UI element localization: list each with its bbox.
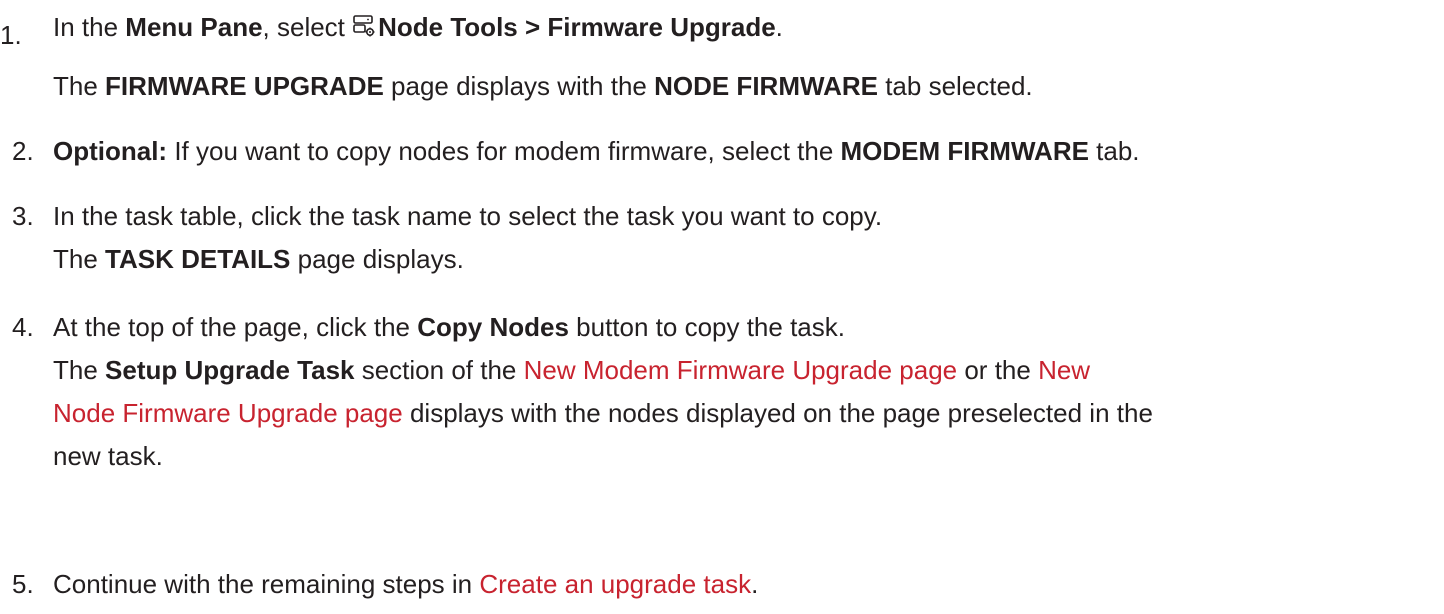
node-tools-firmware-upgrade-label: Node Tools > Firmware Upgrade bbox=[378, 12, 776, 42]
step-instruction: Continue with the remaining steps in Cre… bbox=[53, 569, 759, 599]
menu-pane-label: Menu Pane bbox=[125, 12, 263, 42]
numbered-steps: 1. In the Menu Pane, select Node Tools >… bbox=[0, 0, 1444, 614]
step-instruction: In the Menu Pane, select Node Tools > Fi… bbox=[53, 12, 783, 42]
step-result-continued: Node Firmware Upgrade page displays with… bbox=[53, 398, 1153, 428]
step-body: Continue with the remaining steps in Cre… bbox=[53, 565, 1432, 604]
step-instruction: In the task table, click the task name t… bbox=[53, 201, 883, 231]
step-instruction: Optional: If you want to copy nodes for … bbox=[53, 136, 1140, 166]
step-body: In the task table, click the task name t… bbox=[53, 197, 1432, 279]
step-number: 5. bbox=[12, 569, 34, 599]
step-result: The FIRMWARE UPGRADE page displays with … bbox=[53, 71, 1033, 101]
step-number: 1. bbox=[0, 20, 22, 50]
step-body: At the top of the page, click the Copy N… bbox=[53, 308, 1432, 476]
node-tools-icon bbox=[352, 14, 376, 38]
step-number: 2. bbox=[12, 136, 34, 166]
step-result: The Setup Upgrade Task section of the Ne… bbox=[53, 355, 1091, 385]
step-number: 3. bbox=[12, 201, 34, 231]
step-number: 4. bbox=[12, 312, 34, 342]
step-result: The TASK DETAILS page displays. bbox=[53, 244, 464, 274]
create-upgrade-task-link[interactable]: Create an upgrade task bbox=[479, 569, 751, 599]
new-node-firmware-upgrade-link[interactable]: Node Firmware Upgrade page bbox=[53, 398, 403, 428]
step-result-end: new task. bbox=[53, 441, 163, 471]
step-body: Optional: If you want to copy nodes for … bbox=[53, 132, 1432, 171]
new-modem-firmware-upgrade-link[interactable]: New Modem Firmware Upgrade page bbox=[524, 355, 958, 385]
step-body: In the Menu Pane, select Node Tools > Fi… bbox=[53, 8, 1432, 106]
new-node-firmware-upgrade-link-start[interactable]: New bbox=[1038, 355, 1090, 385]
step-instruction: At the top of the page, click the Copy N… bbox=[53, 312, 845, 342]
copy-nodes-label: Copy Nodes bbox=[417, 312, 569, 342]
